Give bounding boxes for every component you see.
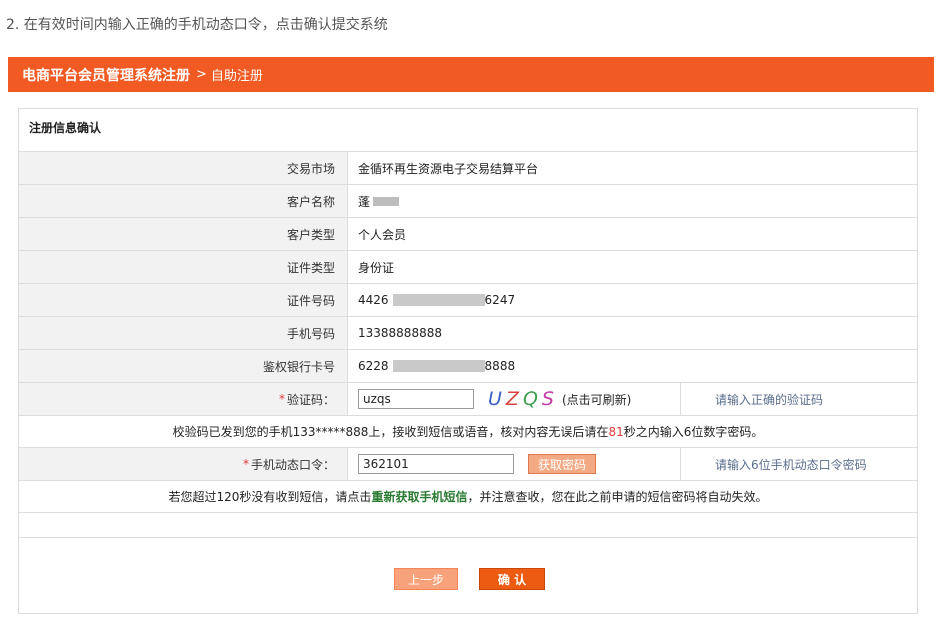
customer-name-value: 蓬 bbox=[358, 185, 400, 217]
captcha-refresh-link[interactable]: (点击可刷新) bbox=[562, 391, 631, 408]
captcha-hint: 请输入正确的验证码 bbox=[680, 383, 917, 415]
get-password-button[interactable]: 获取密码 bbox=[528, 454, 596, 474]
customer-name-label: 客户名称 bbox=[19, 185, 348, 217]
row-id-number: 证件号码 4426 6247 bbox=[19, 283, 917, 316]
countdown-seconds: 81 bbox=[608, 424, 624, 439]
bank-card-value: 6228 8888 bbox=[358, 350, 515, 382]
required-mark: * bbox=[278, 392, 285, 406]
header-banner: 电商平台会员管理系统注册 > 自助注册 bbox=[8, 57, 934, 92]
step-instruction: 2. 在有效时间内输入正确的手机动态口令，点击确认提交系统 bbox=[6, 17, 388, 33]
redacted-block bbox=[373, 196, 400, 206]
captcha-label: 验证码： bbox=[286, 392, 335, 407]
captcha-char: Q bbox=[522, 388, 542, 410]
resend-notice: 若您超过120秒没有收到短信，请点击 重新获取手机短信 ，并注意查收，您在此之前申请… bbox=[19, 480, 917, 512]
captcha-value-cell: UZQS (点击可刷新) bbox=[358, 383, 631, 415]
bank-card-label: 鉴权银行卡号 bbox=[19, 350, 348, 382]
customer-name-text: 蓬 bbox=[358, 194, 371, 209]
id-number-prefix: 4426 bbox=[358, 293, 389, 307]
dynamic-code-label-cell: * 手机动态口令： bbox=[19, 448, 348, 480]
row-market: 交易市场 金循环再生资源电子交易结算平台 bbox=[19, 151, 917, 184]
dynamic-code-hint: 请输入6位手机动态口令密码 bbox=[680, 448, 917, 480]
banner-title: 电商平台会员管理系统注册 bbox=[22, 67, 190, 84]
button-area: 上一步 确 认 bbox=[19, 537, 917, 613]
bank-card-suffix: 8888 bbox=[484, 359, 516, 373]
id-type-value: 身份证 bbox=[358, 260, 395, 275]
row-dynamic-code: * 手机动态口令： 获取密码 请输入6位手机动态口令密码 bbox=[19, 447, 917, 480]
confirm-button[interactable]: 确 认 bbox=[479, 568, 545, 590]
row-captcha: * 验证码： UZQS (点击可刷新) 请输入正确的验证码 bbox=[19, 382, 917, 415]
dynamic-code-label: 手机动态口令： bbox=[250, 457, 335, 472]
empty-row bbox=[19, 512, 917, 537]
dynamic-code-input[interactable] bbox=[358, 454, 514, 474]
banner-separator: > bbox=[196, 67, 207, 82]
market-value: 金循环再生资源电子交易结算平台 bbox=[358, 161, 539, 176]
bank-card-prefix: 6228 bbox=[358, 359, 389, 373]
sms-notice-text-2: 秒之内输入6位数字密码。 bbox=[623, 425, 764, 439]
resend-notice-text-2: ，并注意查收，您在此之前申请的短信密码将自动失效。 bbox=[467, 490, 768, 504]
id-number-label: 证件号码 bbox=[19, 284, 348, 316]
banner-subtitle: 自助注册 bbox=[210, 69, 263, 84]
row-customer-name: 客户名称 蓬 bbox=[19, 184, 917, 217]
phone-value: 13388888888 bbox=[358, 326, 442, 340]
redacted-block bbox=[392, 360, 485, 372]
row-phone: 手机号码 13388888888 bbox=[19, 316, 917, 349]
dynamic-code-value-cell: 获取密码 bbox=[358, 448, 596, 480]
sms-sent-notice: 校验码已发到您的手机133*****888上，接收到短信或语音，核对内容无误后请… bbox=[19, 415, 917, 447]
id-number-value: 4426 6247 bbox=[358, 284, 515, 316]
resend-sms-link[interactable]: 重新获取手机短信 bbox=[371, 488, 467, 505]
customer-type-label: 客户类型 bbox=[19, 218, 348, 250]
panel-title: 注册信息确认 bbox=[29, 121, 102, 135]
id-type-label: 证件类型 bbox=[19, 251, 348, 283]
required-mark: * bbox=[242, 457, 249, 471]
customer-type-value: 个人会员 bbox=[358, 227, 407, 242]
id-number-suffix: 6247 bbox=[484, 293, 516, 307]
registration-confirm-panel: 注册信息确认 交易市场 金循环再生资源电子交易结算平台 客户名称 蓬 客户类型 … bbox=[18, 108, 918, 614]
resend-notice-text: 若您超过120秒没有收到短信，请点击 bbox=[168, 490, 372, 504]
captcha-label-cell: * 验证码： bbox=[19, 383, 348, 415]
captcha-char: Z bbox=[505, 388, 523, 410]
redacted-block bbox=[392, 294, 485, 306]
row-bank-card: 鉴权银行卡号 6228 8888 bbox=[19, 349, 917, 382]
captcha-char: U bbox=[488, 388, 506, 410]
market-label: 交易市场 bbox=[19, 152, 348, 184]
captcha-image[interactable]: UZQS bbox=[488, 388, 558, 410]
captcha-input[interactable] bbox=[358, 389, 474, 409]
prev-step-button[interactable]: 上一步 bbox=[394, 568, 458, 590]
row-customer-type: 客户类型 个人会员 bbox=[19, 217, 917, 250]
phone-label: 手机号码 bbox=[19, 317, 348, 349]
captcha-char: S bbox=[541, 388, 558, 410]
row-id-type: 证件类型 身份证 bbox=[19, 250, 917, 283]
sms-notice-text: 校验码已发到您的手机133*****888上，接收到短信或语音，核对内容无误后请… bbox=[172, 425, 609, 439]
